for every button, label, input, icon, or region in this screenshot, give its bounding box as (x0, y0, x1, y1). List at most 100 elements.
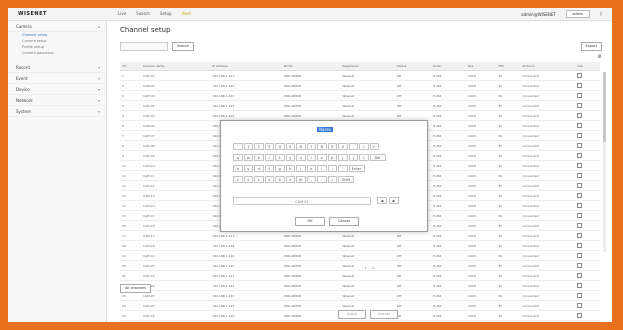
keyboard-key[interactable]: a (233, 165, 243, 172)
export-button[interactable]: Export (580, 42, 602, 51)
keyboard-key[interactable]: 2 (254, 143, 264, 150)
use-checkbox[interactable] (577, 242, 583, 248)
sidebar-item-device[interactable]: Device ▾ (8, 84, 106, 95)
keyboard-key[interactable]: [ (338, 154, 348, 161)
keyboard-key[interactable]: Shift (338, 176, 354, 183)
keyboard-key[interactable]: u (296, 154, 306, 161)
cursor-left-button[interactable]: ◀ (377, 197, 387, 204)
page-1[interactable]: 1 (364, 266, 366, 270)
apply-button[interactable]: Apply (338, 310, 366, 319)
use-checkbox[interactable] (577, 312, 583, 318)
sidebar-item-system[interactable]: System ▾ (8, 106, 106, 117)
keyboard-key[interactable]: p (327, 154, 337, 161)
column-header[interactable]: Model (281, 62, 341, 71)
scrollbar[interactable] (603, 72, 606, 252)
keyboard-key[interactable]: \ (359, 154, 369, 161)
keyboard-key[interactable]: - (348, 143, 358, 150)
keyboard-key[interactable]: f (264, 165, 274, 172)
keyboard-key[interactable]: Del (369, 154, 386, 161)
use-checkbox[interactable] (577, 192, 583, 198)
keyboard-key[interactable]: q (233, 154, 243, 161)
cursor-right-button[interactable]: ▶ (389, 197, 399, 204)
sidebar-item-event[interactable]: Event ▾ (8, 73, 106, 84)
keyboard-key[interactable]: / (327, 176, 337, 183)
use-checkbox[interactable] (577, 182, 583, 188)
use-checkbox[interactable] (577, 272, 583, 278)
gear-icon[interactable]: ⚙ (598, 54, 602, 60)
nav-setup[interactable]: Setup (160, 11, 172, 16)
use-checkbox[interactable] (577, 302, 583, 308)
keyboard-key[interactable]: 1 (243, 143, 253, 150)
use-checkbox[interactable] (577, 222, 583, 228)
keyboard-key[interactable]: 6 (296, 143, 306, 150)
nav-alert[interactable]: Alert (182, 11, 192, 16)
keyboard-key[interactable]: j (296, 165, 306, 172)
nav-live[interactable]: Live (118, 11, 126, 16)
keyboard-key[interactable]: i (306, 154, 316, 161)
use-checkbox[interactable] (577, 292, 583, 298)
column-header[interactable]: CH (120, 62, 142, 71)
keyboard-key[interactable]: 7 (306, 143, 316, 150)
use-checkbox[interactable] (577, 162, 583, 168)
column-header[interactable]: Status (394, 62, 431, 71)
keyboard-key[interactable]: s (243, 165, 253, 172)
keyboard-key[interactable]: . (317, 176, 327, 183)
sidebar-sub-camera-password[interactable]: Camera password (8, 50, 106, 56)
column-header[interactable]: Camera name (141, 62, 211, 71)
table-row[interactable]: 20 CAM 20 192.168.1.120 XNO-6080R Wisenet Off… (120, 260, 600, 271)
keyboard-key[interactable]: g (275, 165, 285, 172)
use-checkbox[interactable] (577, 262, 583, 268)
keyboard-key[interactable]: v (264, 176, 274, 183)
use-checkbox[interactable] (577, 112, 583, 118)
sidebar-item-network[interactable]: Network ▾ (8, 95, 106, 106)
keyboard-key[interactable]: ; (327, 165, 337, 172)
keyboard-key[interactable]: ← (369, 143, 379, 150)
table-row[interactable]: 4 CAM 04 192.168.1.104 XNO-6080R Wisenet Off H… (120, 100, 600, 111)
user-button[interactable]: admin (565, 10, 590, 18)
table-row[interactable]: 2 CAM 02 192.168.1.102 XNO-6080R Wisenet Off H… (120, 80, 600, 91)
keyboard-key[interactable]: , (306, 176, 316, 183)
ok-button[interactable]: OK (295, 217, 325, 226)
keyboard-key[interactable]: ' (338, 165, 348, 172)
filter-select[interactable] (120, 42, 168, 51)
dialog-cancel-button[interactable]: Cancel (329, 217, 359, 226)
column-header[interactable]: Use (575, 62, 600, 71)
table-row[interactable]: 5 CAM 05 192.168.1.105 XNO-6080R Wisenet Off H… (120, 110, 600, 121)
scroll-thumb[interactable] (603, 72, 606, 142)
table-row[interactable]: 1 CAM 01 192.168.1.101 XNO-6080R Wisenet Off H… (120, 70, 600, 81)
keyboard-key[interactable]: 0 (338, 143, 348, 150)
keyboard-key[interactable]: ] (348, 154, 358, 161)
keyboard-key[interactable]: 5 (285, 143, 295, 150)
keyboard-key[interactable]: Enter (348, 165, 365, 172)
page-2[interactable]: 2 (372, 266, 374, 270)
use-checkbox[interactable] (577, 152, 583, 158)
keyboard-key[interactable]: d (254, 165, 264, 172)
use-checkbox[interactable] (577, 72, 583, 78)
sidebar-item-camera[interactable]: Camera ▴ (8, 21, 106, 32)
column-header[interactable]: Codec (430, 62, 466, 71)
keyboard-key[interactable]: r (264, 154, 274, 161)
keyboard-key[interactable]: k (306, 165, 316, 172)
keyboard-key[interactable]: e (254, 154, 264, 161)
use-checkbox[interactable] (577, 212, 583, 218)
keyboard-key[interactable]: 4 (275, 143, 285, 150)
table-row[interactable]: 24 CAM 24 192.168.1.124 XNO-6080R Wisenet Off… (120, 300, 600, 311)
use-checkbox[interactable] (577, 92, 583, 98)
keyboard-key[interactable]: 8 (317, 143, 327, 150)
column-header[interactable]: Registered (340, 62, 395, 71)
use-checkbox[interactable] (577, 252, 583, 258)
keyboard-key[interactable]: z (233, 176, 243, 183)
table-row[interactable]: 3 CAM 03 192.168.1.103 XNO-6080R Wisenet Off H… (120, 90, 600, 101)
table-row[interactable]: 18 CAM 18 192.168.1.118 XNO-6080R Wisenet Off… (120, 240, 600, 251)
nav-search[interactable]: Search (136, 11, 150, 16)
column-header[interactable]: Protocol (520, 62, 576, 71)
keyboard-text-input[interactable]: CAM 01 (233, 197, 371, 205)
all-channels-button[interactable]: All channels (120, 284, 152, 293)
use-checkbox[interactable] (577, 282, 583, 288)
keyboard-key[interactable]: t (275, 154, 285, 161)
table-row[interactable]: 17 CAM 17 192.168.1.117 XNO-6080R Wisenet Off… (120, 230, 600, 241)
keyboard-key[interactable]: o (317, 154, 327, 161)
sidebar-item-record[interactable]: Record ▾ (8, 62, 106, 73)
cancel-button[interactable]: Cancel (370, 310, 398, 319)
column-header[interactable]: Res. (465, 62, 497, 71)
